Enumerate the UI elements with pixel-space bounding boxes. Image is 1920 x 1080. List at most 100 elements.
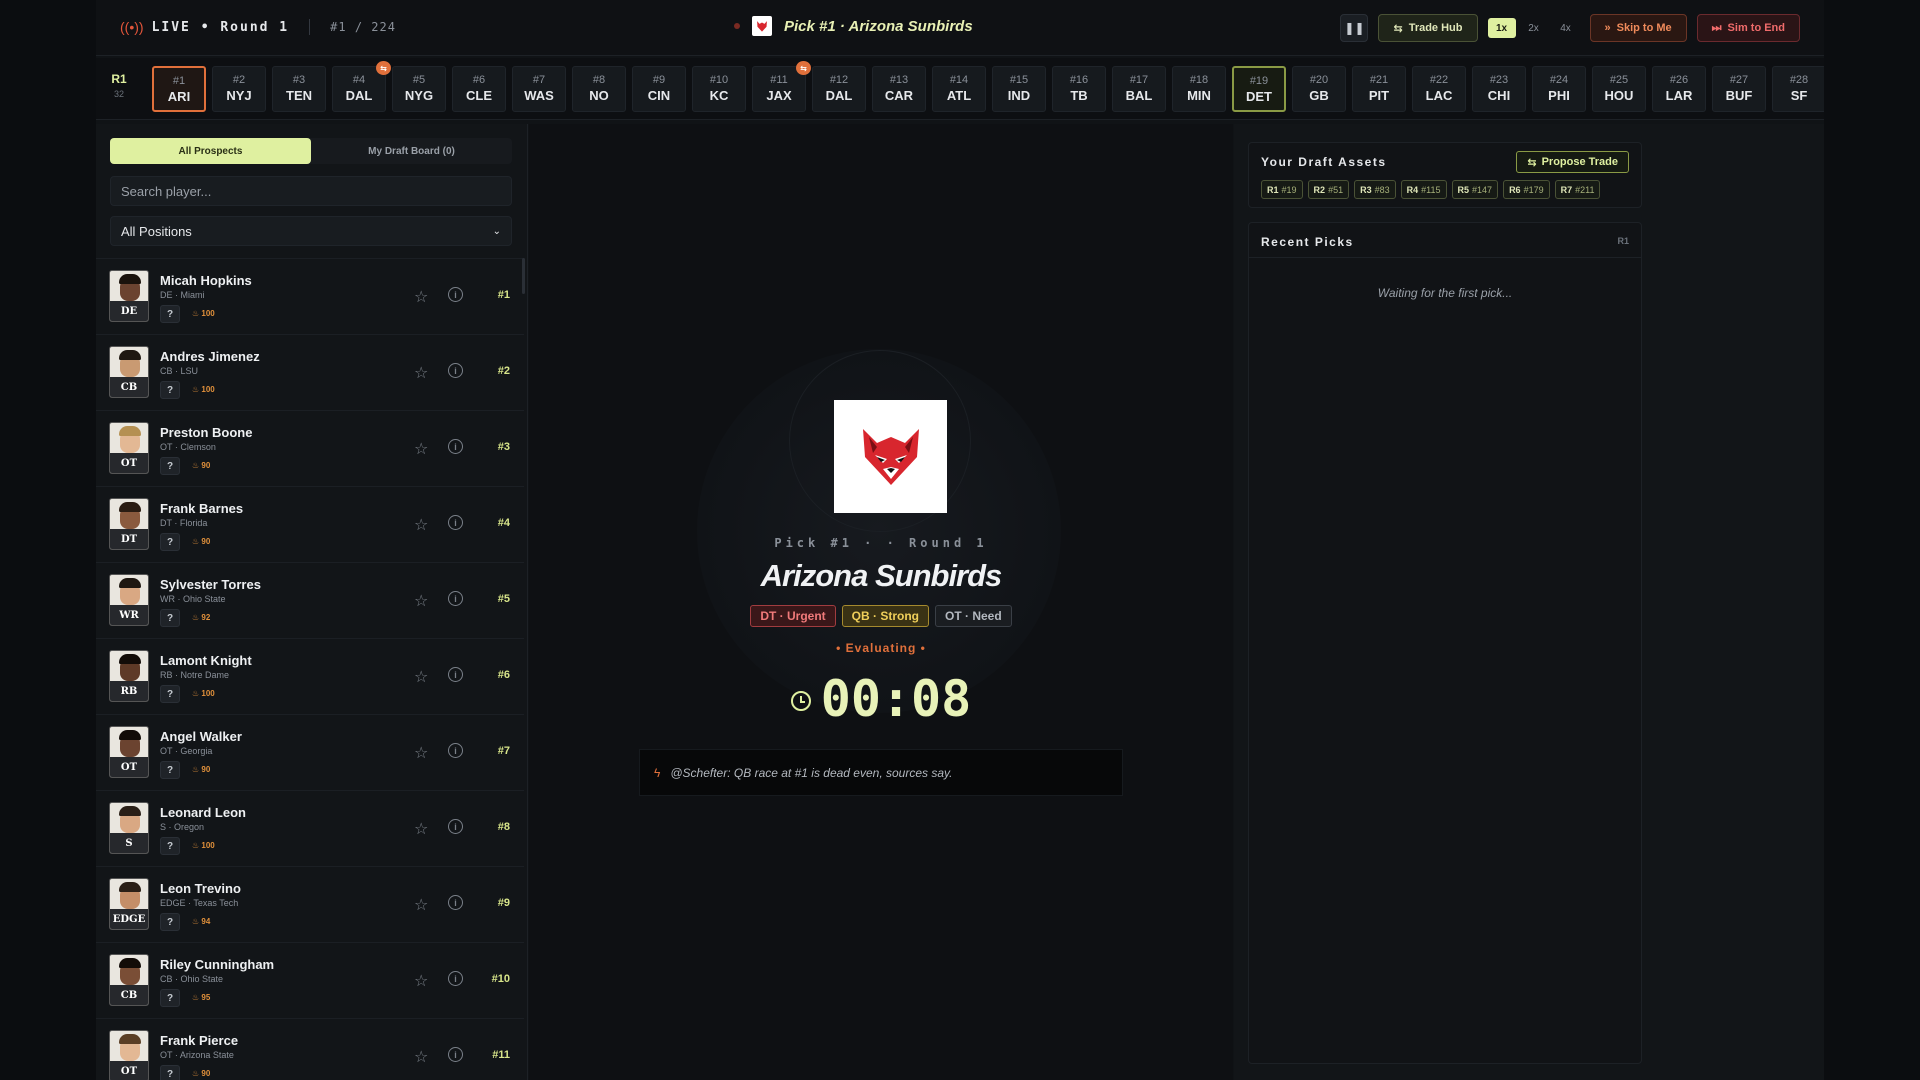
info-icon[interactable]: i (448, 667, 463, 682)
prospect-row[interactable]: WR Sylvester Torres WR · Ohio State? ♨ 92 ☆ i… (96, 562, 524, 638)
tab-all-prospects[interactable]: All Prospects (110, 138, 311, 164)
player-search-input[interactable] (110, 176, 512, 206)
pick-slot[interactable]: #2 NYJ (212, 66, 266, 112)
info-icon[interactable]: i (448, 591, 463, 606)
pick-slot[interactable]: #19 DET (1232, 66, 1286, 112)
star-icon[interactable]: ☆ (414, 971, 428, 991)
pick-slot[interactable]: #24 PHI (1532, 66, 1586, 112)
pick-slot[interactable]: #9 CIN (632, 66, 686, 112)
info-icon[interactable]: i (448, 439, 463, 454)
pick-slot[interactable]: #15 IND (992, 66, 1046, 112)
list-scrollbar[interactable] (522, 258, 525, 294)
speed-4x-button[interactable]: 4x (1552, 18, 1580, 38)
star-icon[interactable]: ☆ (414, 591, 428, 611)
draft-asset-chip[interactable]: R5 #147 (1451, 180, 1499, 199)
pick-slot[interactable]: #25 HOU (1592, 66, 1646, 112)
pick-slot[interactable]: #20 GB (1292, 66, 1346, 112)
pick-slot[interactable]: #1 ARI (152, 66, 206, 112)
player-position-school: DE · Miami (160, 290, 205, 300)
info-icon[interactable]: i (448, 515, 463, 530)
prospect-row[interactable]: OT Angel Walker OT · Georgia? ♨ 90 ☆ i #7 (96, 714, 524, 790)
pick-slot[interactable]: #10 KC (692, 66, 746, 112)
star-icon[interactable]: ☆ (414, 439, 428, 459)
draft-asset-chip[interactable]: R7 #211 (1554, 180, 1601, 199)
star-icon[interactable]: ☆ (414, 895, 428, 915)
pick-slot[interactable]: #7 WAS (512, 66, 566, 112)
prospect-row[interactable]: RB Lamont Knight RB · Notre Dame? ♨ 100 ☆ i #6 (96, 638, 524, 714)
prospect-row[interactable]: OT Frank Pierce OT · Arizona State? ♨ 90 ☆ i #… (96, 1018, 524, 1080)
speed-2x-button[interactable]: 2x (1520, 18, 1548, 38)
status-dot (734, 23, 740, 29)
prospect-row[interactable]: CB Andres Jimenez CB · LSU? ♨ 100 ☆ i #2 (96, 334, 524, 410)
info-icon[interactable]: i (448, 1047, 463, 1062)
scouting-unknown-button[interactable]: ? (160, 381, 180, 399)
draft-asset-chip[interactable]: R1 #19 (1261, 180, 1303, 199)
pick-slot[interactable]: #11 JAX ⇆ (752, 61, 811, 112)
pick-slot[interactable]: #28 SF (1772, 66, 1824, 112)
scouting-unknown-button[interactable]: ? (160, 305, 180, 323)
pick-slot[interactable]: #12 DAL (812, 66, 866, 112)
star-icon[interactable]: ☆ (414, 667, 428, 687)
pick-slot[interactable]: #16 TB (1052, 66, 1106, 112)
info-icon[interactable]: i (448, 819, 463, 834)
propose-trade-button[interactable]: ⇆ Propose Trade (1516, 151, 1629, 173)
prospect-row[interactable]: OT Preston Boone OT · Clemson? ♨ 90 ☆ i #3 (96, 410, 524, 486)
scouting-unknown-button[interactable]: ? (160, 837, 180, 855)
info-icon[interactable]: i (448, 971, 463, 986)
pick-slot[interactable]: #3 TEN (272, 66, 326, 112)
pick-number: #23 (1489, 74, 1509, 86)
pick-slot[interactable]: #8 NO (572, 66, 626, 112)
prospect-row[interactable]: S Leonard Leon S · Oregon? ♨ 100 ☆ i #8 (96, 790, 524, 866)
scouting-unknown-button[interactable]: ? (160, 685, 180, 703)
star-icon[interactable]: ☆ (414, 363, 428, 383)
prospect-row[interactable]: EDGE Leon Trevino EDGE · Texas Tech? ♨ 94 ☆ i… (96, 866, 524, 942)
pick-slot[interactable]: #23 CHI (1472, 66, 1526, 112)
draft-asset-chip[interactable]: R3 #83 (1354, 180, 1396, 199)
star-icon[interactable]: ☆ (414, 819, 428, 839)
scouting-unknown-button[interactable]: ? (160, 989, 180, 1007)
draft-asset-chip[interactable]: R6 #179 (1503, 180, 1550, 199)
pick-slot[interactable]: #6 CLE (452, 66, 506, 112)
star-icon[interactable]: ☆ (414, 515, 428, 535)
prospect-row[interactable]: CB Riley Cunningham CB · Ohio State? ♨ 95 ☆ i… (96, 942, 524, 1018)
player-avatar: CB (109, 954, 149, 1006)
player-rank: #4 (497, 517, 510, 529)
scouting-unknown-button[interactable]: ? (160, 1065, 180, 1080)
pick-slot[interactable]: #4 DAL ⇆ (332, 61, 391, 112)
pick-slot[interactable]: #14 ATL (932, 66, 986, 112)
pick-slot[interactable]: #26 LAR (1652, 66, 1706, 112)
prospect-row[interactable]: DE Micah Hopkins DE · Miami? ♨ 100 ☆ i #1 (96, 258, 524, 334)
trade-hub-button[interactable]: ⇆ Trade Hub (1378, 14, 1478, 42)
scouting-unknown-button[interactable]: ? (160, 913, 180, 931)
prospect-row[interactable]: DT Frank Barnes DT · Florida? ♨ 90 ☆ i #4 (96, 486, 524, 562)
sim-to-end-button[interactable]: ⏭ Sim to End (1696, 14, 1800, 42)
star-icon[interactable]: ☆ (414, 1047, 428, 1067)
position-filter-select[interactable]: All Positions ⌄ (110, 216, 512, 246)
skip-to-me-button[interactable]: » Skip to Me (1589, 14, 1687, 42)
pick-slot[interactable]: #18 MIN (1172, 66, 1226, 112)
tab-my-draft-board[interactable]: My Draft Board (0) (311, 138, 512, 164)
scouting-unknown-button[interactable]: ? (160, 609, 180, 627)
info-icon[interactable]: i (448, 743, 463, 758)
star-icon[interactable]: ☆ (414, 743, 428, 763)
scouting-unknown-button[interactable]: ? (160, 457, 180, 475)
pick-slot[interactable]: #17 BAL (1112, 66, 1166, 112)
draft-asset-chip[interactable]: R4 #115 (1400, 180, 1447, 199)
star-icon[interactable]: ☆ (414, 287, 428, 307)
info-icon[interactable]: i (448, 363, 463, 378)
recent-picks-card: Recent Picks R1 Waiting for the first pi… (1248, 222, 1642, 1064)
pick-slot[interactable]: #21 PIT (1352, 66, 1406, 112)
info-icon[interactable]: i (448, 287, 463, 302)
pick-slot[interactable]: #5 NYG (392, 66, 446, 112)
pick-slot[interactable]: #27 BUF (1712, 66, 1766, 112)
info-icon[interactable]: i (448, 895, 463, 910)
scouting-unknown-button[interactable]: ? (160, 761, 180, 779)
speed-1x-button[interactable]: 1x (1487, 18, 1516, 38)
draft-asset-chip[interactable]: R2 #51 (1307, 180, 1350, 199)
grade-value: 100 (201, 841, 215, 850)
scouting-unknown-button[interactable]: ? (160, 533, 180, 551)
pick-team: LAR (1665, 88, 1693, 103)
pick-slot[interactable]: #13 CAR (872, 66, 926, 112)
pause-button[interactable]: ❚❚ (1340, 14, 1369, 42)
pick-slot[interactable]: #22 LAC (1412, 66, 1466, 112)
